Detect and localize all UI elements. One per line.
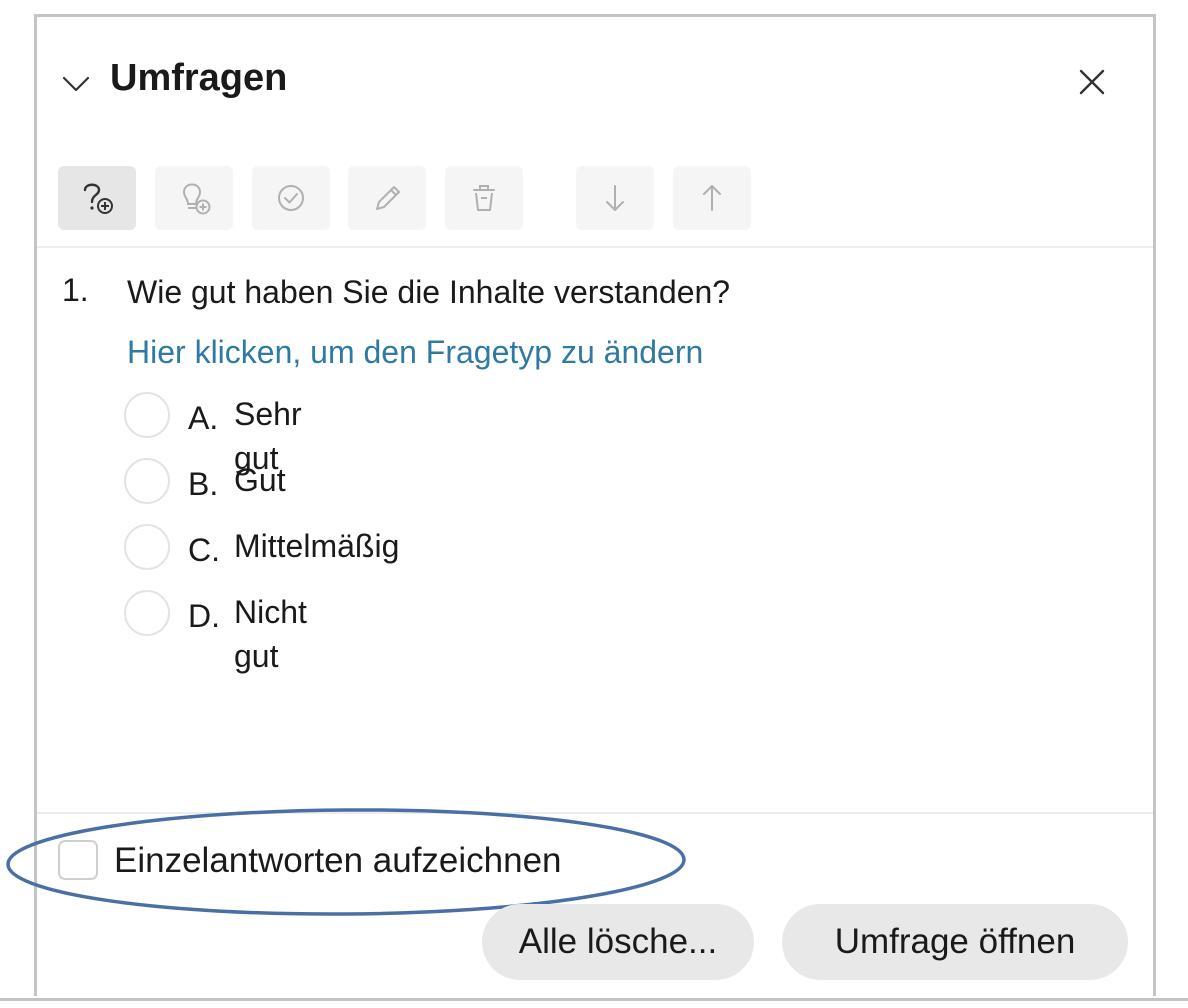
chevron-down-icon[interactable] xyxy=(60,68,92,100)
option-radio[interactable] xyxy=(124,590,170,636)
move-up-button[interactable] xyxy=(673,166,751,230)
add-question-button[interactable] xyxy=(58,166,136,230)
add-idea-button[interactable] xyxy=(155,166,233,230)
option-label[interactable]: Nicht gut xyxy=(234,590,307,678)
correct-answer-button[interactable] xyxy=(252,166,330,230)
record-answers-checkbox[interactable] xyxy=(58,840,98,880)
question-text[interactable]: Wie gut haben Sie die Inhalte verstanden… xyxy=(127,270,730,314)
close-icon[interactable] xyxy=(1074,64,1110,100)
option-radio[interactable] xyxy=(124,458,170,504)
panel-title: Umfragen xyxy=(110,57,288,99)
option-letter: C. xyxy=(188,532,220,568)
open-poll-button[interactable]: Umfrage öffnen xyxy=(782,904,1128,980)
option-radio[interactable] xyxy=(124,524,170,570)
option-label[interactable]: Gut xyxy=(234,458,286,502)
change-question-type-link[interactable]: Hier klicken, um den Fragetyp zu ändern xyxy=(127,330,703,374)
option-letter: B. xyxy=(188,466,219,502)
footer-divider xyxy=(37,812,1153,814)
edit-button[interactable] xyxy=(348,166,426,230)
question-number: 1. xyxy=(62,272,89,308)
option-letter: D. xyxy=(188,598,220,634)
record-answers-label[interactable]: Einzelantworten aufzeichnen xyxy=(114,838,562,884)
bottom-divider xyxy=(0,998,1188,1001)
clear-all-button[interactable]: Alle lösche... xyxy=(482,904,754,980)
option-radio[interactable] xyxy=(124,392,170,438)
toolbar-divider xyxy=(37,246,1153,248)
move-down-button[interactable] xyxy=(576,166,654,230)
option-letter: A. xyxy=(188,400,219,436)
option-label[interactable]: Mittelmäßig xyxy=(234,524,399,568)
delete-button[interactable] xyxy=(445,166,523,230)
